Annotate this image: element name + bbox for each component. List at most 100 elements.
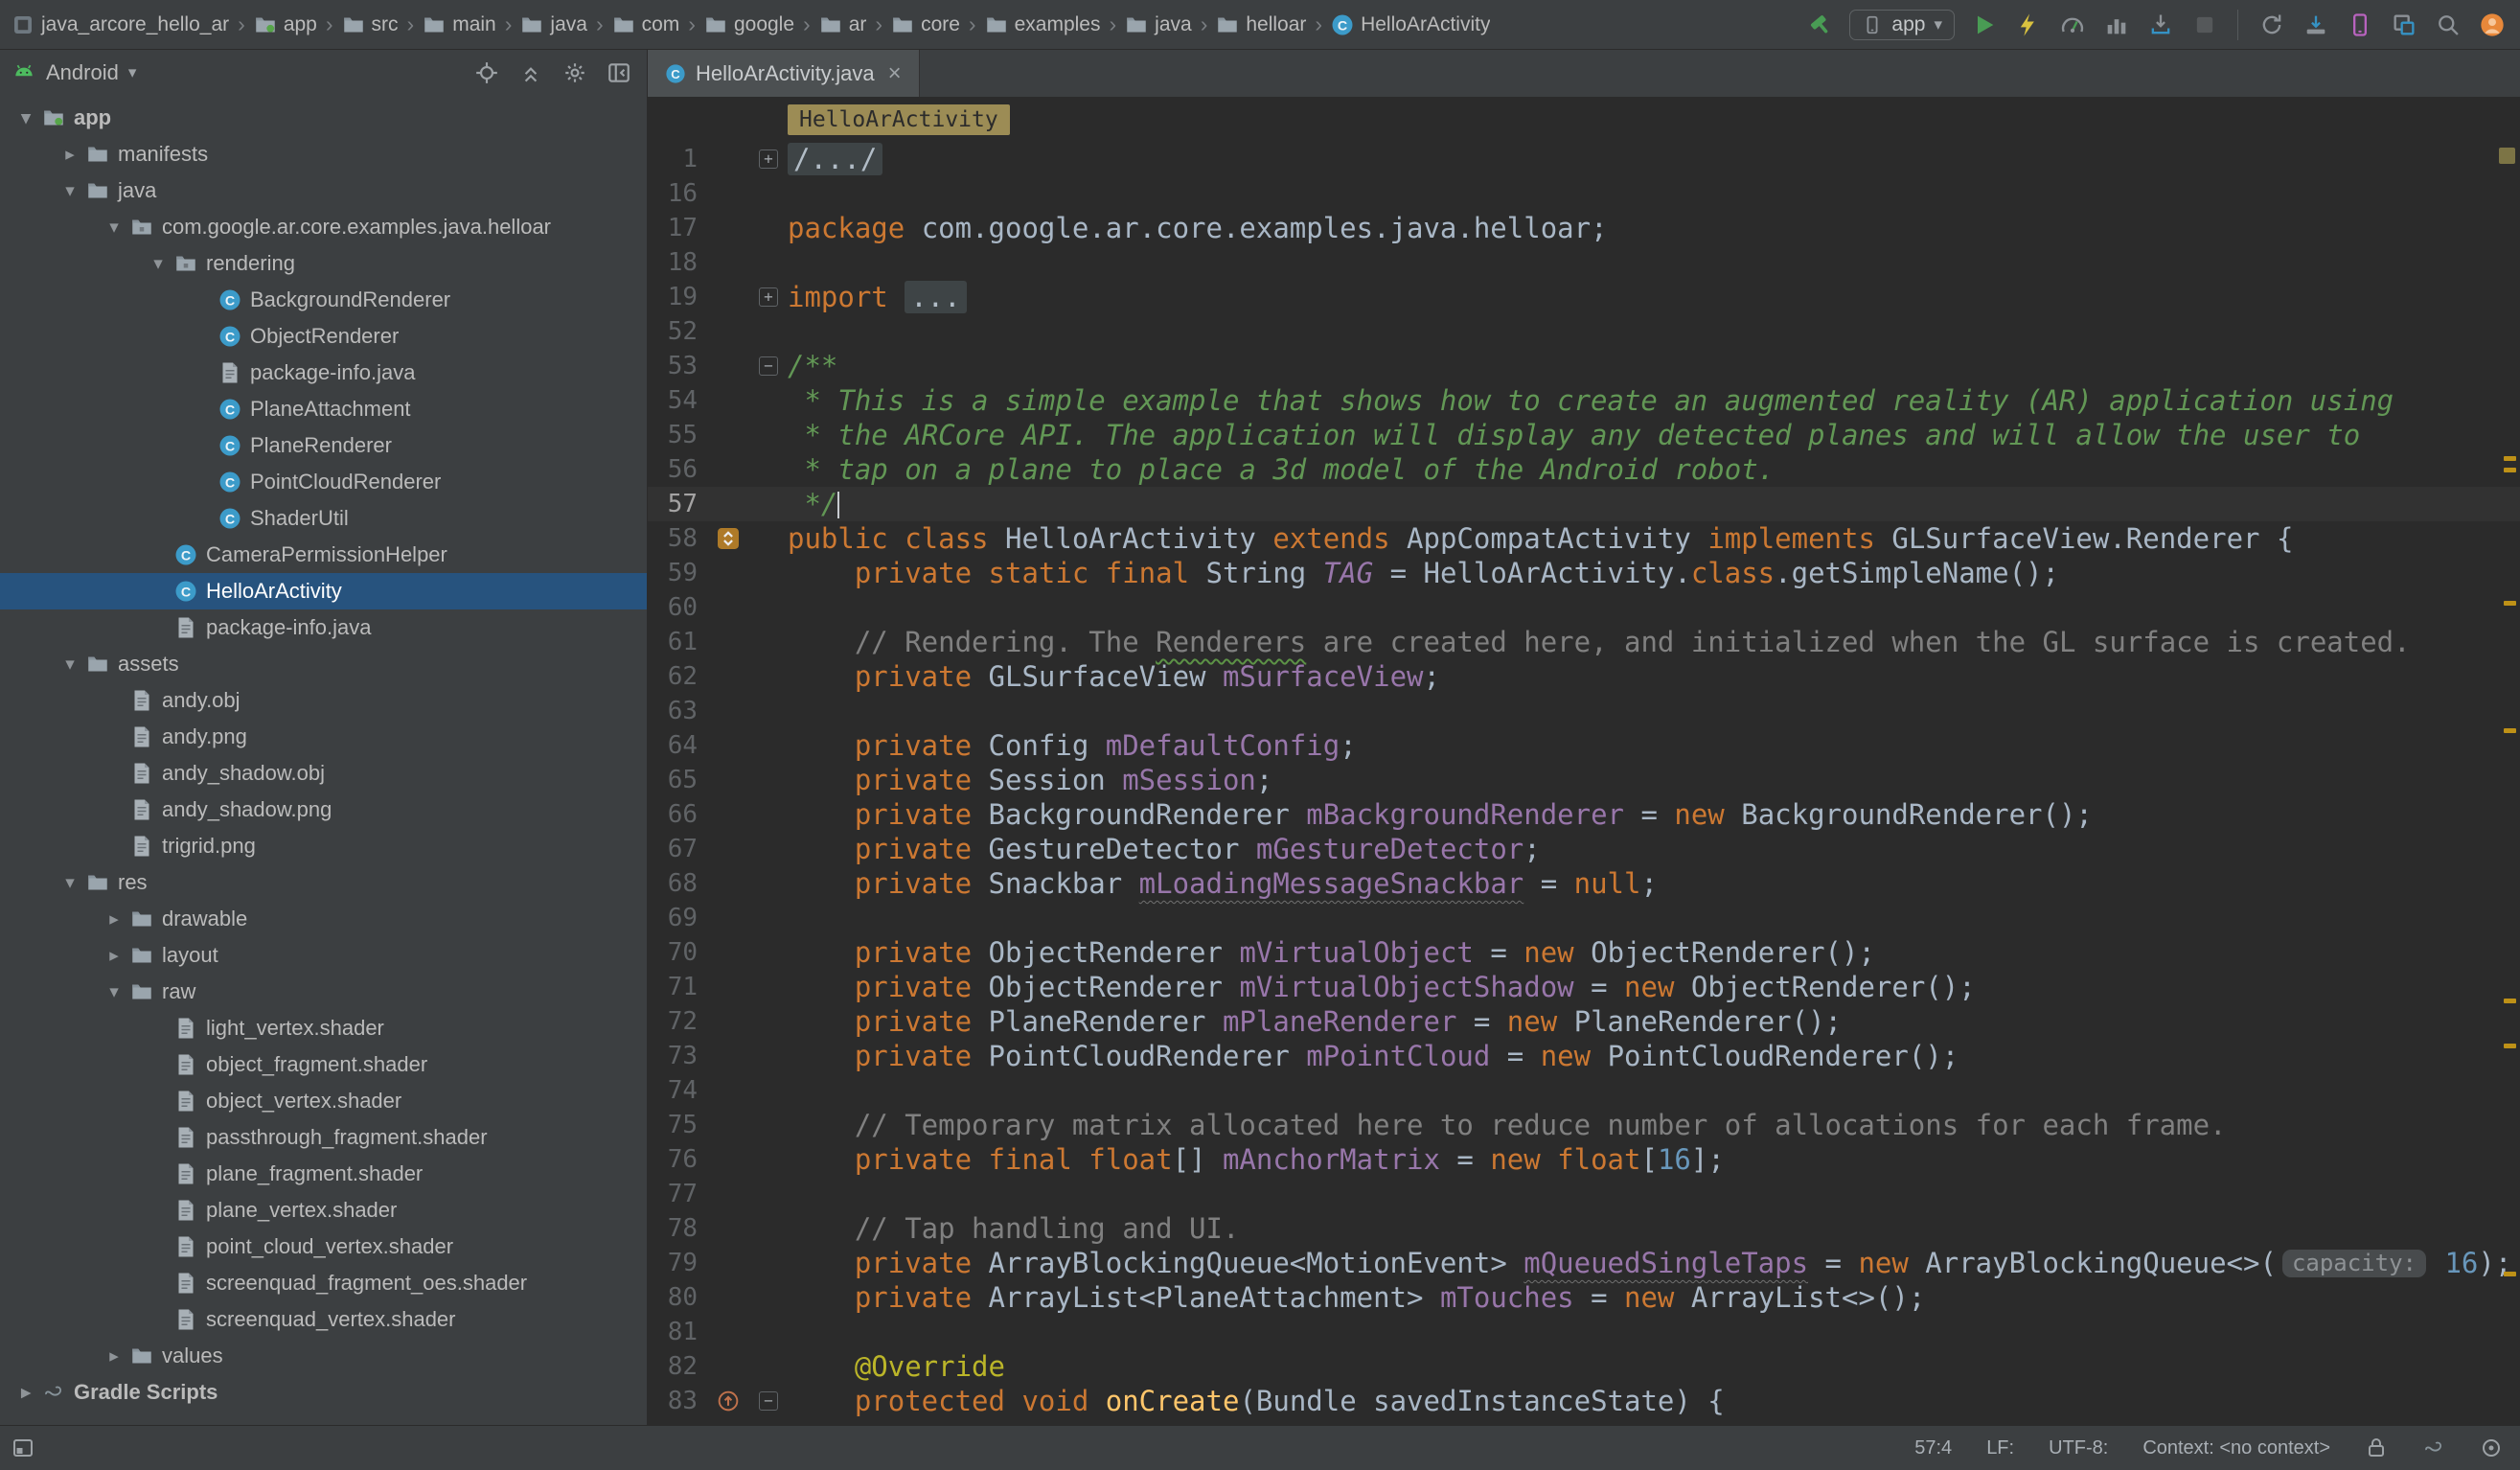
fold-minus-icon[interactable]: − xyxy=(749,349,788,383)
tree-expanded-arrow-icon[interactable]: ▾ xyxy=(57,180,82,202)
tree-item-assets[interactable]: ▾assets xyxy=(0,646,647,682)
warning-stripe-mark[interactable] xyxy=(2504,456,2516,461)
tree-item-java[interactable]: ▾java xyxy=(0,172,647,209)
code-text[interactable]: */ xyxy=(788,487,839,521)
breadcrumb-item-src[interactable]: src xyxy=(342,13,399,36)
tree-item-point_cloud_vertex.shader[interactable]: point_cloud_vertex.shader xyxy=(0,1229,647,1265)
tree-item-drawable[interactable]: ▸drawable xyxy=(0,901,647,937)
layout-inspector-icon[interactable] xyxy=(2389,10,2418,39)
project-view-selector[interactable]: Android ▾ xyxy=(11,60,136,85)
tree-item-PointCloudRenderer[interactable]: CPointCloudRenderer xyxy=(0,464,647,500)
tree-item-andy_shadow.obj[interactable]: andy_shadow.obj xyxy=(0,755,647,792)
breadcrumb-item-com[interactable]: com xyxy=(612,13,680,36)
code-text[interactable]: package com.google.ar.core.examples.java… xyxy=(788,211,1608,245)
code-text[interactable]: private final float[] mAnchorMatrix = ne… xyxy=(788,1142,1725,1177)
tree-item-plane_fragment.shader[interactable]: plane_fragment.shader xyxy=(0,1156,647,1192)
code-text[interactable]: private Config mDefaultConfig; xyxy=(788,728,1357,763)
tree-item-raw[interactable]: ▾raw xyxy=(0,974,647,1010)
tree-item-res[interactable]: ▾res xyxy=(0,864,647,901)
editor-scrollbar[interactable] xyxy=(2499,142,2520,1425)
code-text[interactable]: /.../ xyxy=(788,142,882,176)
tree-item-object_vertex.shader[interactable]: object_vertex.shader xyxy=(0,1083,647,1119)
tree-item-package-info.java[interactable]: package-info.java xyxy=(0,355,647,391)
tree-item-passthrough_fragment.shader[interactable]: passthrough_fragment.shader xyxy=(0,1119,647,1156)
hide-panel-icon[interactable] xyxy=(607,60,631,85)
tree-item-plane_vertex.shader[interactable]: plane_vertex.shader xyxy=(0,1192,647,1229)
run-config-selector[interactable]: app ▾ xyxy=(1849,10,1955,40)
caret-position-widget[interactable]: 57:4 xyxy=(1914,1437,1952,1459)
breadcrumb-item-core[interactable]: core xyxy=(891,13,960,36)
code-editor[interactable]: 1+/.../1617package com.google.ar.core.ex… xyxy=(648,142,2520,1418)
breadcrumb-item-helloar[interactable]: helloar xyxy=(1216,13,1306,36)
code-text[interactable]: private Snackbar mLoadingMessageSnackbar… xyxy=(788,866,1658,901)
collapse-all-icon[interactable] xyxy=(518,60,543,85)
code-text[interactable]: private PointCloudRenderer mPointCloud =… xyxy=(788,1039,1959,1073)
tree-item-com.google.ar.core.examples.java.helloar[interactable]: ▾com.google.ar.core.examples.java.helloa… xyxy=(0,209,647,245)
inspections-profile-icon[interactable] xyxy=(2480,1436,2503,1459)
context-widget[interactable]: Context: <no context> xyxy=(2142,1437,2330,1459)
build-hammer-icon[interactable] xyxy=(1805,10,1835,39)
tree-item-object_fragment.shader[interactable]: object_fragment.shader xyxy=(0,1046,647,1083)
tree-collapsed-arrow-icon[interactable]: ▸ xyxy=(13,1382,38,1404)
sync-gradle-icon[interactable] xyxy=(2257,10,2286,39)
code-text[interactable]: * This is a simple example that shows ho… xyxy=(788,383,2394,418)
tree-item-ObjectRenderer[interactable]: CObjectRenderer xyxy=(0,318,647,355)
code-text[interactable]: * tap on a plane to place a 3d model of … xyxy=(788,452,1775,487)
line-separator-widget[interactable]: LF: xyxy=(1986,1437,2014,1459)
code-text[interactable]: /** xyxy=(788,349,837,383)
code-text[interactable]: private Session mSession; xyxy=(788,763,1272,797)
tree-expanded-arrow-icon[interactable]: ▾ xyxy=(57,654,82,676)
override-method-gutter-icon[interactable] xyxy=(707,1384,749,1418)
code-text[interactable]: private ObjectRenderer mVirtualObject = … xyxy=(788,935,1875,970)
tree-collapsed-arrow-icon[interactable]: ▸ xyxy=(102,1345,126,1367)
warning-stripe-mark[interactable] xyxy=(2504,468,2516,472)
tree-expanded-arrow-icon[interactable]: ▾ xyxy=(146,253,171,275)
editor-breadcrumb-class[interactable]: HelloArActivity xyxy=(788,104,1010,135)
tree-item-HelloArActivity[interactable]: CHelloArActivity xyxy=(0,573,647,609)
analyze-icon[interactable] xyxy=(2101,10,2131,39)
code-text[interactable]: * the ARCore API. The application will d… xyxy=(788,418,2360,452)
code-text[interactable]: private PlaneRenderer mPlaneRenderer = n… xyxy=(788,1004,1842,1039)
tree-item-package-info.java[interactable]: package-info.java xyxy=(0,609,647,646)
encoding-widget[interactable]: UTF-8: xyxy=(2049,1437,2108,1459)
tree-expanded-arrow-icon[interactable]: ▾ xyxy=(102,981,126,1003)
tree-item-trigrid.png[interactable]: trigrid.png xyxy=(0,828,647,864)
tree-item-CameraPermissionHelper[interactable]: CCameraPermissionHelper xyxy=(0,537,647,573)
breadcrumb-item-main[interactable]: main xyxy=(423,13,496,36)
code-text[interactable]: protected void onCreate(Bundle savedInst… xyxy=(788,1384,1725,1418)
warning-stripe-mark[interactable] xyxy=(2504,1272,2516,1276)
tree-expanded-arrow-icon[interactable]: ▾ xyxy=(57,872,82,894)
settings-gear-icon[interactable] xyxy=(562,60,587,85)
fold-minus-icon[interactable]: − xyxy=(749,1384,788,1418)
tree-item-light_vertex.shader[interactable]: light_vertex.shader xyxy=(0,1010,647,1046)
code-text[interactable]: private BackgroundRenderer mBackgroundRe… xyxy=(788,797,2093,832)
code-text[interactable]: import ... xyxy=(788,280,967,314)
breadcrumb-item-java[interactable]: java xyxy=(520,13,587,36)
sdk-manager-icon[interactable] xyxy=(2301,10,2330,39)
fold-plus-icon[interactable]: + xyxy=(749,142,788,176)
tree-expanded-arrow-icon[interactable]: ▾ xyxy=(102,217,126,239)
tree-collapsed-arrow-icon[interactable]: ▸ xyxy=(102,908,126,930)
toolwindow-toggle-icon[interactable] xyxy=(11,1436,34,1459)
code-text[interactable]: private static final String TAG = HelloA… xyxy=(788,556,2059,590)
fold-plus-icon[interactable]: + xyxy=(749,280,788,314)
tree-collapsed-arrow-icon[interactable]: ▸ xyxy=(57,144,82,166)
tree-item-app[interactable]: ▾app xyxy=(0,100,647,136)
close-tab-icon[interactable]: × xyxy=(888,60,902,87)
breadcrumb-item-ar[interactable]: ar xyxy=(819,13,867,36)
tree-item-screenquad_fragment_oes.shader[interactable]: screenquad_fragment_oes.shader xyxy=(0,1265,647,1301)
tree-item-andy.obj[interactable]: andy.obj xyxy=(0,682,647,719)
inspection-indicator[interactable] xyxy=(2499,148,2515,164)
code-text[interactable]: // Temporary matrix allocated here to re… xyxy=(788,1108,2227,1142)
tree-item-layout[interactable]: ▸layout xyxy=(0,937,647,974)
tree-item-PlaneRenderer[interactable]: CPlaneRenderer xyxy=(0,427,647,464)
code-text[interactable]: @Override xyxy=(788,1349,1005,1384)
tree-item-andy_shadow.png[interactable]: andy_shadow.png xyxy=(0,792,647,828)
code-text[interactable]: public class HelloArActivity extends App… xyxy=(788,521,2293,556)
run-icon[interactable] xyxy=(1969,10,1999,39)
code-text[interactable]: private ObjectRenderer mVirtualObjectSha… xyxy=(788,970,1976,1004)
class-gutter-marker-icon[interactable] xyxy=(707,521,749,556)
attach-debugger-icon[interactable] xyxy=(2145,10,2175,39)
tree-item-screenquad_vertex.shader[interactable]: screenquad_vertex.shader xyxy=(0,1301,647,1338)
tree-item-PlaneAttachment[interactable]: CPlaneAttachment xyxy=(0,391,647,427)
